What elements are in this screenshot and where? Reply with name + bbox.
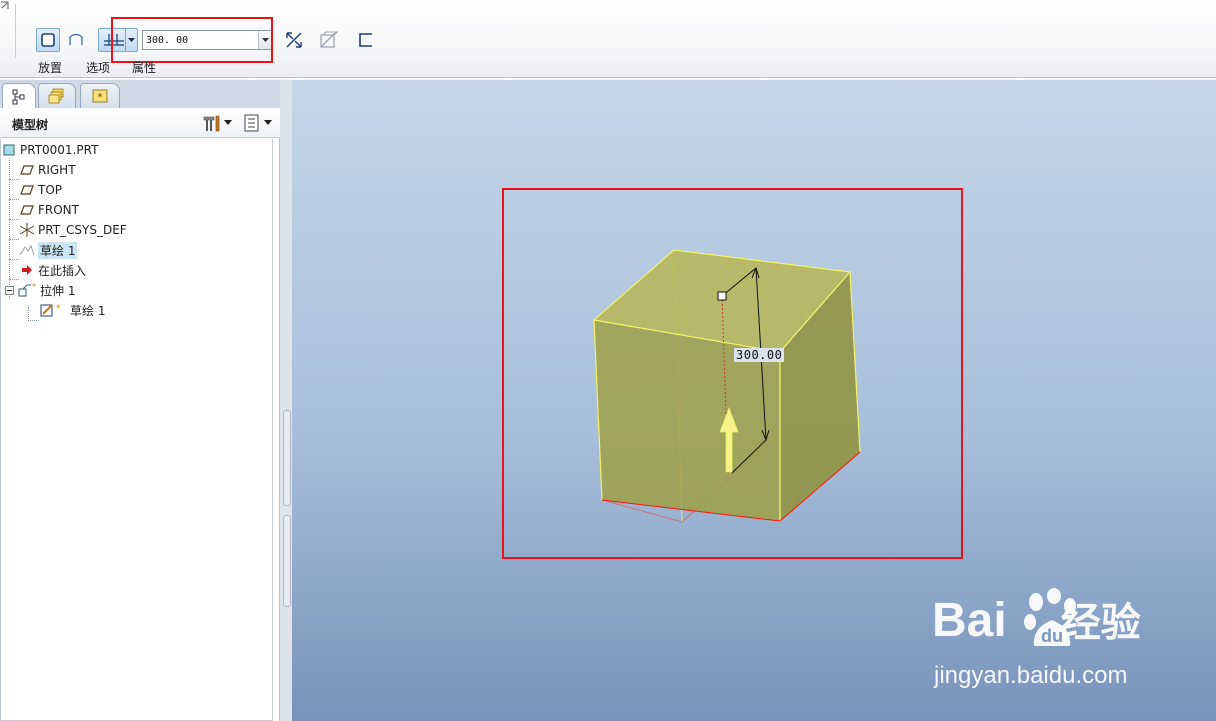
favorites-icon: *: [92, 89, 108, 103]
tree-connector: [28, 307, 29, 321]
datum-plane-icon: [19, 202, 35, 218]
insert-arrow-icon: [19, 262, 35, 278]
tab-folder-browser[interactable]: [38, 83, 76, 108]
chevron-down-icon: [264, 120, 272, 125]
tree-connector: [9, 279, 19, 280]
sash-grip-lower[interactable]: [283, 515, 291, 607]
watermark-url: jingyan.baidu.com: [934, 662, 1128, 689]
tree-settings-button[interactable]: [202, 113, 232, 133]
svg-text:*: *: [56, 304, 61, 314]
tree-item-label: RIGHT: [38, 163, 76, 177]
model-tree-icon: [12, 89, 25, 104]
tree-item-label: 拉伸 1: [40, 283, 76, 298]
extrude-dashboard: 放置 选项 属性: [0, 0, 1216, 78]
model-tree-panel: 模型树 PRT0001.PRT RIGHT TOP FRONT PRT_CSYS…: [0, 108, 280, 721]
extrude-surface-button[interactable]: [64, 28, 88, 52]
tree-connector: [28, 320, 39, 321]
remove-material-icon: [320, 31, 338, 48]
tree-item-csys[interactable]: PRT_CSYS_DEF: [19, 221, 127, 239]
depth-option-button[interactable]: [98, 28, 138, 52]
tree-item-right[interactable]: RIGHT: [19, 161, 76, 179]
list-icon: [244, 114, 259, 132]
tree-item-front[interactable]: FRONT: [19, 201, 79, 219]
tree-connector: [9, 239, 19, 240]
datum-plane-icon: [19, 162, 35, 178]
navigator-tabs: *: [0, 80, 292, 109]
navigator-sash[interactable]: [280, 80, 292, 721]
tab-favorites[interactable]: *: [80, 83, 120, 108]
sketch-icon: [19, 242, 35, 258]
depth-value-combo[interactable]: [142, 30, 272, 50]
solid-icon: [41, 33, 55, 47]
watermark-brand: Bai: [932, 594, 1007, 647]
model-tree-title: 模型树: [12, 118, 49, 132]
tree-item-label: FRONT: [38, 203, 79, 217]
tree-item-label: 草绘 1: [70, 303, 106, 318]
tree-connector: [9, 259, 19, 260]
toolbar-separator: [15, 4, 16, 58]
chevron-down-icon: [261, 37, 269, 42]
tree-item-top[interactable]: TOP: [19, 181, 62, 199]
sash-grip-upper[interactable]: [283, 410, 291, 506]
surface-icon: [69, 33, 83, 45]
tree-item-label: PRT_CSYS_DEF: [38, 223, 127, 237]
graphics-window[interactable]: 300.00 Bai 经验 du jingyan.baidu.com: [292, 80, 1216, 721]
depth-value-dropdown[interactable]: [258, 31, 271, 49]
thicken-sketch-button[interactable]: [354, 28, 378, 52]
chevron-down-icon: [128, 37, 135, 42]
collapse-icon[interactable]: [3, 282, 15, 298]
flip-direction-icon: [286, 32, 302, 48]
tree-item-insert-here[interactable]: 在此插入: [19, 261, 86, 279]
tools-icon: [203, 115, 220, 132]
extrude-icon: *: [17, 282, 37, 298]
remove-material-button[interactable]: [316, 28, 340, 52]
chevron-down-icon: [224, 120, 232, 125]
tab-model-tree[interactable]: [2, 83, 36, 109]
model-tree: PRT0001.PRT RIGHT TOP FRONT PRT_CSYS_DEF: [0, 139, 273, 721]
tree-connector: [9, 219, 19, 220]
tree-item-child-sketch[interactable]: * 草绘 1: [39, 301, 105, 319]
model-tree-header: 模型树: [0, 108, 280, 138]
options-tab[interactable]: 选项: [86, 59, 110, 76]
properties-tab[interactable]: 属性: [132, 59, 156, 76]
part-icon: [1, 142, 17, 158]
depth-value-input[interactable]: [143, 31, 259, 49]
model-highlight-box: [502, 188, 963, 559]
paw-icon: du: [1024, 588, 1076, 646]
sketch-edit-icon: *: [39, 302, 67, 318]
tree-item-part[interactable]: PRT0001.PRT: [1, 141, 98, 159]
placement-tab[interactable]: 放置: [38, 59, 62, 76]
tree-item-extrude[interactable]: * 拉伸 1: [3, 281, 75, 299]
tree-item-label: PRT0001.PRT: [20, 143, 99, 157]
corner-icon: [1, 1, 9, 9]
tree-item-label: 草绘 1: [38, 241, 78, 259]
tree-item-sketch[interactable]: 草绘 1: [19, 241, 78, 259]
flip-direction-button[interactable]: [282, 28, 306, 52]
svg-text:*: *: [32, 282, 36, 291]
tree-connector: [9, 199, 19, 200]
depth-dropdown-arrow[interactable]: [125, 29, 137, 51]
datum-plane-icon: [19, 182, 35, 198]
coordinate-system-icon: [19, 222, 35, 238]
tree-item-label: TOP: [38, 183, 63, 197]
svg-text:du: du: [1041, 626, 1063, 646]
tree-connector: [9, 179, 19, 180]
tree-item-label: 在此插入: [38, 263, 87, 278]
folder-browser-icon: [48, 88, 64, 104]
extrude-solid-button[interactable]: [36, 28, 60, 52]
blind-depth-icon: [104, 34, 124, 46]
tree-show-button[interactable]: [243, 113, 272, 133]
svg-text:*: *: [98, 92, 103, 103]
thicken-icon: [359, 33, 372, 47]
